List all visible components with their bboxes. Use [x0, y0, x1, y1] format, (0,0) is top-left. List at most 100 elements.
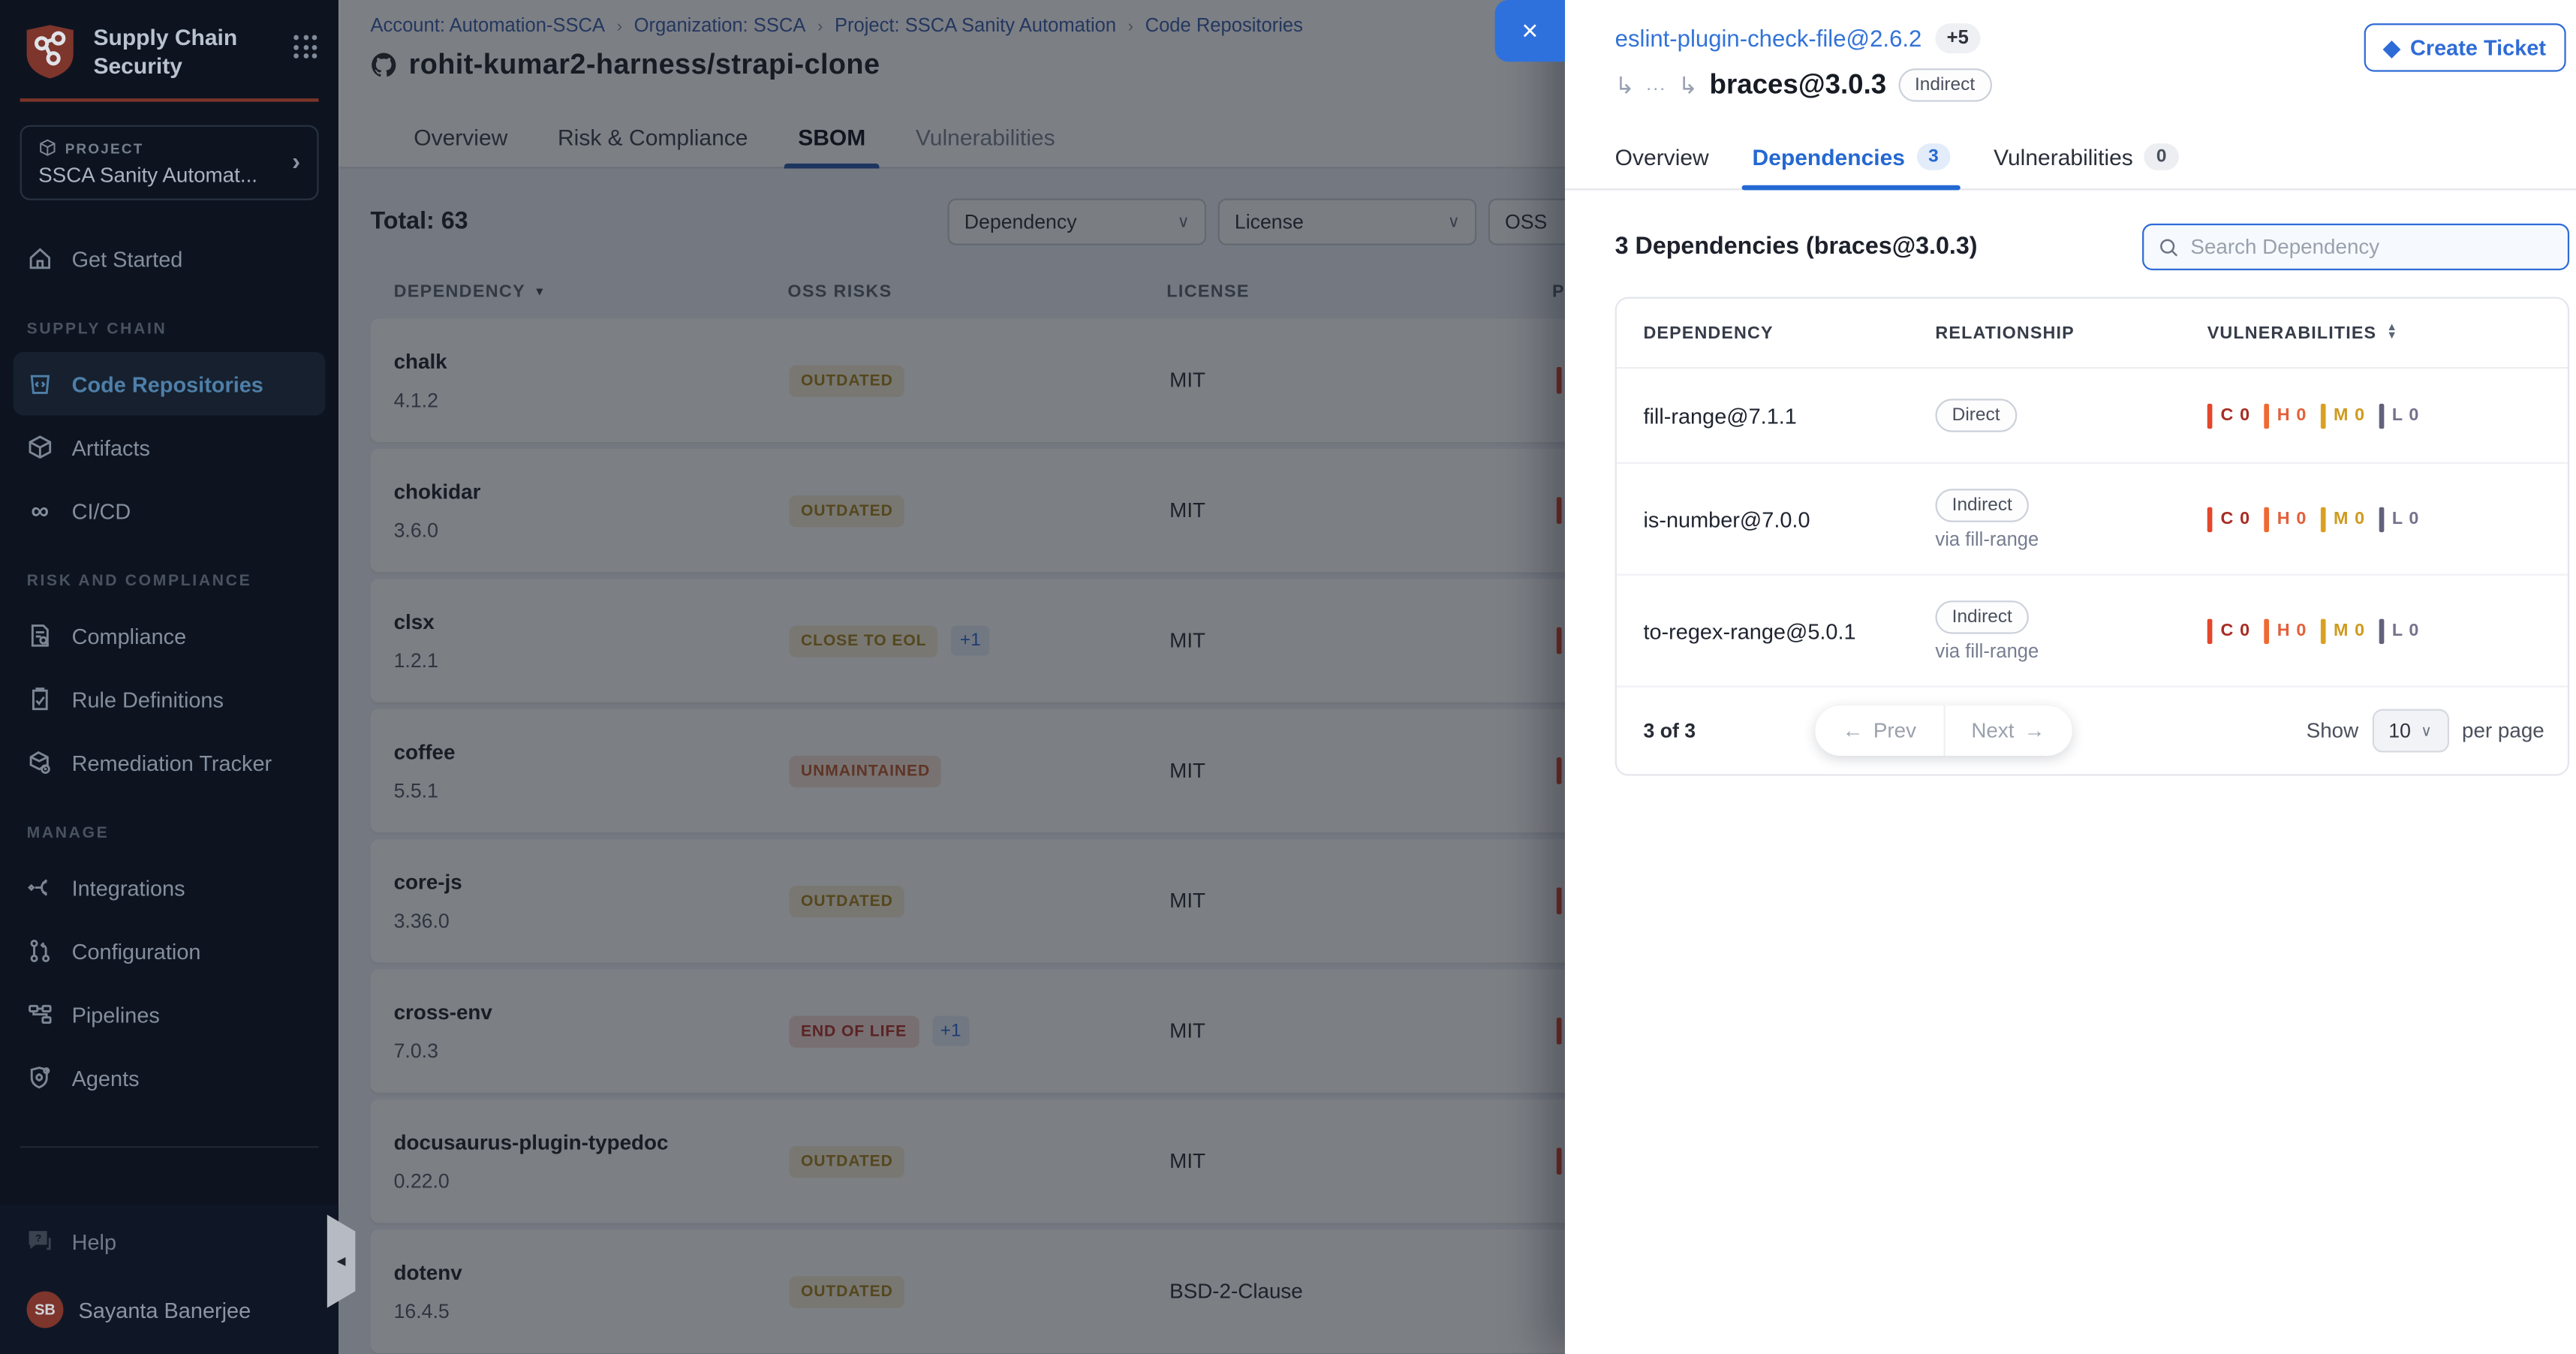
- sidebar-item-agents[interactable]: Agents: [0, 1046, 339, 1109]
- accent-divider: [20, 98, 319, 101]
- help-button[interactable]: ? Help: [0, 1205, 339, 1278]
- sidebar-item-integrations[interactable]: Integrations: [0, 856, 339, 919]
- chevron-right-icon: ›: [292, 149, 300, 177]
- critical-bar-icon: [2207, 507, 2213, 531]
- table-row[interactable]: to-regex-range@5.0.1 Indirect via fill-r…: [1617, 576, 2568, 688]
- clipboard-check-icon: [27, 686, 54, 713]
- prev-page-button[interactable]: ← Prev: [1816, 706, 1943, 756]
- tab-drawer-vulnerabilities[interactable]: Vulnerabilities 0: [1994, 128, 2178, 185]
- package-title: braces@3.0.3: [1710, 69, 1887, 101]
- section-label-risk-and-compliance: RISK AND COMPLIANCE: [0, 542, 339, 603]
- relationship-badge: Indirect: [1935, 488, 2029, 521]
- vulnerabilities-count-badge: 0: [2144, 143, 2178, 170]
- relationship-badge: Indirect: [1898, 68, 1992, 101]
- ellipsis-icon: ...: [1646, 75, 1666, 95]
- relationship-badge: Direct: [1935, 399, 2016, 432]
- module-grid-icon[interactable]: [293, 35, 318, 60]
- help-chat-icon: ?: [27, 1228, 54, 1255]
- dependencies-section-title: 3 Dependencies (braces@3.0.3): [1615, 233, 1978, 260]
- sidebar-header: Supply Chain Security: [0, 0, 339, 82]
- dependency-search[interactable]: [2142, 224, 2569, 270]
- sidebar-footer: ? Help SB Sayanta Banerjee: [0, 1205, 339, 1354]
- parent-package-link[interactable]: eslint-plugin-check-file@2.6.2: [1615, 25, 1922, 52]
- jira-icon: ◆: [2383, 35, 2400, 62]
- page-size-select[interactable]: 10 ∨: [2372, 709, 2448, 753]
- pipelines-icon: [27, 1001, 54, 1028]
- severity-counts: C 0 H 0 M 0 L 0: [2207, 618, 2568, 643]
- cube-icon: [38, 138, 56, 156]
- app-title: Supply Chain Security: [93, 22, 293, 81]
- section-label-manage: MANAGE: [0, 794, 339, 856]
- column-relationship: RELATIONSHIP: [1935, 323, 2207, 343]
- next-page-button[interactable]: Next →: [1945, 706, 2072, 756]
- drawer-tabs: Overview Dependencies 3 Vulnerabilities …: [1565, 128, 2576, 190]
- dependency-drawer: eslint-plugin-check-file@2.6.2 +5 ↳ ... …: [1565, 0, 2576, 1354]
- user-name: Sayanta Banerjee: [78, 1297, 251, 1322]
- sidebar-item-rule-definitions[interactable]: Rule Definitions: [0, 667, 339, 730]
- high-bar-icon: [2264, 403, 2269, 428]
- tab-drawer-dependencies[interactable]: Dependencies 3: [1753, 128, 1951, 185]
- svg-text:?: ?: [35, 1232, 41, 1244]
- medium-bar-icon: [2320, 507, 2325, 531]
- severity-counts: C 0 H 0 M 0 L 0: [2207, 403, 2568, 428]
- critical-bar-icon: [2207, 403, 2213, 428]
- package-tag-icon: [27, 749, 54, 776]
- sidebar-item-code-repositories[interactable]: Code Repositories: [14, 352, 326, 415]
- configuration-icon: [27, 937, 54, 964]
- avatar: SB: [27, 1291, 64, 1328]
- search-icon: [2159, 236, 2179, 258]
- close-icon: ×: [1521, 14, 1538, 47]
- sidebar-item-compliance[interactable]: Compliance: [0, 604, 339, 667]
- project-label-row: PROJECT: [38, 138, 292, 156]
- sidebar-item-artifacts[interactable]: Artifacts: [0, 415, 339, 478]
- agents-shield-icon: [27, 1064, 54, 1091]
- show-label: Show: [2307, 719, 2359, 742]
- column-vulnerabilities[interactable]: VULNERABILITIES: [2207, 323, 2376, 343]
- user-profile[interactable]: SB Sayanta Banerjee: [0, 1278, 339, 1338]
- low-bar-icon: [2379, 507, 2384, 531]
- create-ticket-button[interactable]: ◆ Create Ticket: [2364, 23, 2566, 71]
- page-summary: 3 of 3: [1643, 719, 1696, 742]
- high-bar-icon: [2264, 507, 2269, 531]
- via-label: via fill-range: [1935, 642, 2039, 662]
- integrations-icon: [27, 874, 54, 901]
- sidebar-item-configuration[interactable]: Configuration: [0, 919, 339, 982]
- indent-arrow-icon: ↳: [1678, 71, 1698, 99]
- section-label-supply-chain: SUPPLY CHAIN: [0, 290, 339, 352]
- collapse-arrow-icon: ◀: [337, 1255, 346, 1268]
- pagination: 3 of 3 ← Prev Next → Show 10: [1617, 688, 2568, 775]
- project-label: PROJECT: [65, 140, 144, 156]
- sidebar-item-get-started[interactable]: Get Started: [0, 227, 339, 290]
- medium-bar-icon: [2320, 618, 2325, 643]
- project-selector[interactable]: PROJECT SSCA Sanity Automat... ›: [20, 125, 319, 200]
- severity-counts: C 0 H 0 M 0 L 0: [2207, 507, 2568, 531]
- sidebar-item-pipelines[interactable]: Pipelines: [0, 982, 339, 1046]
- artifact-cube-icon: [27, 434, 54, 461]
- table-row[interactable]: fill-range@7.1.1 Direct C 0 H 0 M 0 L 0: [1617, 369, 2568, 464]
- low-bar-icon: [2379, 618, 2384, 643]
- sidebar-divider: [20, 1146, 319, 1148]
- sort-icon[interactable]: ▲▼: [2387, 326, 2398, 340]
- search-input[interactable]: [2190, 235, 2552, 258]
- medium-bar-icon: [2320, 403, 2325, 428]
- low-bar-icon: [2379, 403, 2384, 428]
- document-search-icon: [27, 622, 54, 649]
- drawer-close-button[interactable]: ×: [1495, 0, 1565, 62]
- more-parents-badge[interactable]: +5: [1935, 23, 1980, 53]
- supply-chain-security-logo-icon: [20, 22, 80, 82]
- arrow-left-icon: ←: [1843, 719, 1864, 742]
- column-dependency: DEPENDENCY: [1643, 323, 1935, 343]
- high-bar-icon: [2264, 618, 2269, 643]
- critical-bar-icon: [2207, 618, 2213, 643]
- dependencies-count-badge: 3: [1917, 143, 1951, 170]
- modal-overlay[interactable]: [339, 0, 1565, 1354]
- sidebar-nav: Get Started SUPPLY CHAIN Code Repositori…: [0, 227, 339, 1148]
- home-icon: [27, 245, 54, 272]
- sidebar-item-cicd[interactable]: ∞ CI/CD: [0, 479, 339, 542]
- sidebar-item-remediation-tracker[interactable]: Remediation Tracker: [0, 731, 339, 794]
- tab-drawer-overview[interactable]: Overview: [1615, 128, 1709, 185]
- sidebar: Supply Chain Security PROJECT SSCA Sanit…: [0, 0, 339, 1354]
- indent-arrow-icon: ↳: [1615, 71, 1635, 99]
- relationship-badge: Indirect: [1935, 600, 2029, 633]
- table-row[interactable]: is-number@7.0.0 Indirect via fill-range …: [1617, 464, 2568, 576]
